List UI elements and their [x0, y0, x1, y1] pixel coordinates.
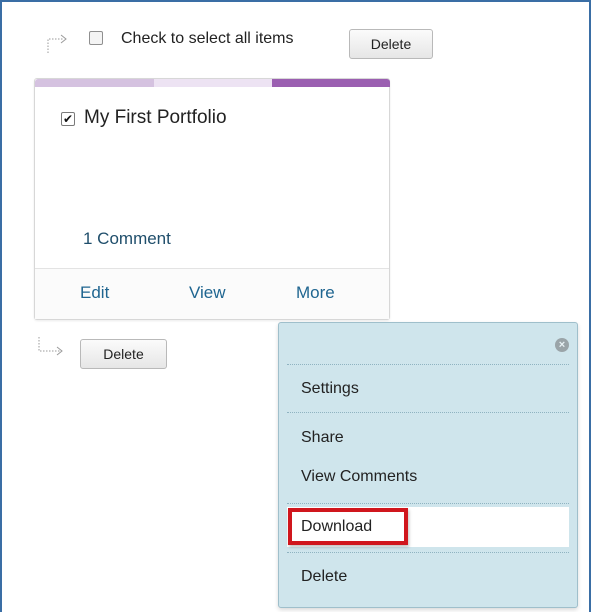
bulk-action-arrow-icon — [47, 34, 67, 53]
more-menu-popup: × Settings Share View Comments Download … — [278, 322, 578, 608]
card-accent-bar — [154, 79, 272, 87]
menu-divider — [287, 412, 569, 413]
portfolio-checkbox[interactable]: ✔ — [61, 112, 75, 126]
bulk-action-arrow-icon — [38, 337, 63, 356]
close-circle-icon[interactable]: × — [555, 338, 569, 352]
download-highlight-box — [288, 508, 408, 545]
menu-item-share[interactable]: Share — [301, 429, 344, 447]
delete-button-bottom[interactable]: Delete — [80, 339, 167, 369]
portfolio-title[interactable]: My First Portfolio — [84, 107, 227, 129]
portfolio-card: ✔ My First Portfolio 1 Comment Edit View… — [34, 78, 390, 320]
comment-count-link[interactable]: 1 Comment — [83, 229, 171, 249]
card-accent-bar — [35, 79, 154, 87]
card-accent-bar — [272, 79, 390, 87]
card-actions: Edit View More — [35, 268, 389, 319]
menu-divider — [287, 552, 569, 553]
menu-divider — [287, 503, 569, 504]
select-all-label: Check to select all items — [121, 30, 294, 47]
edit-link[interactable]: Edit — [80, 283, 109, 303]
menu-item-settings[interactable]: Settings — [301, 380, 359, 398]
menu-divider — [287, 364, 569, 365]
more-link[interactable]: More — [296, 283, 335, 303]
view-link[interactable]: View — [189, 283, 226, 303]
menu-item-delete[interactable]: Delete — [301, 568, 347, 586]
delete-button-top[interactable]: Delete — [349, 29, 433, 59]
menu-item-view-comments[interactable]: View Comments — [301, 468, 417, 486]
select-all-checkbox[interactable] — [89, 31, 103, 45]
